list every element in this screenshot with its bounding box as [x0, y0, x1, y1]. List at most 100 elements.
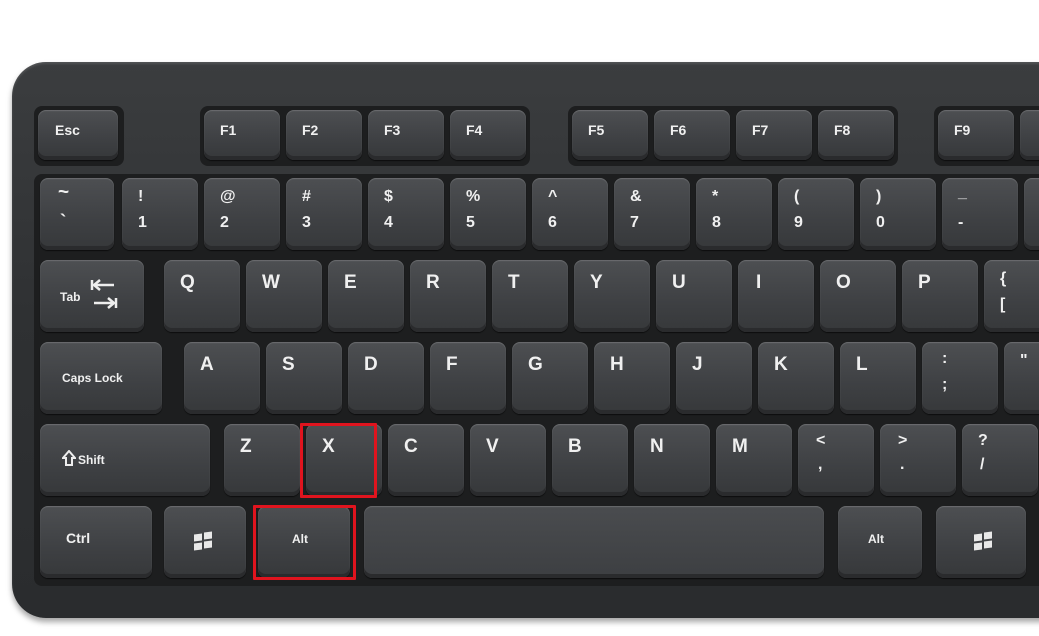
- key-f9-label: F9: [954, 122, 971, 138]
- key-e[interactable]: E: [328, 260, 404, 332]
- key-s[interactable]: S: [266, 342, 342, 414]
- key-8-top: *: [712, 188, 719, 205]
- key-h-label: H: [610, 354, 624, 375]
- key-i[interactable]: I: [738, 260, 814, 332]
- key-c[interactable]: C: [388, 424, 464, 496]
- key-f8[interactable]: F8: [818, 110, 894, 160]
- key-9-bottom: 9: [794, 214, 803, 231]
- key-backtick-top: ~: [58, 182, 70, 203]
- key-alt-right[interactable]: Alt: [838, 506, 922, 578]
- key-9[interactable]: ( 9: [778, 178, 854, 250]
- key-esc[interactable]: Esc: [38, 110, 118, 160]
- key-equals-partial[interactable]: [1024, 178, 1039, 250]
- key-0-top: ): [876, 188, 882, 205]
- key-5-top: %: [466, 188, 481, 205]
- key-r[interactable]: R: [410, 260, 486, 332]
- key-6-top: ^: [548, 188, 558, 205]
- key-6-bottom: 6: [548, 214, 557, 231]
- key-y[interactable]: Y: [574, 260, 650, 332]
- key-d[interactable]: D: [348, 342, 424, 414]
- key-q[interactable]: Q: [164, 260, 240, 332]
- key-f2[interactable]: F2: [286, 110, 362, 160]
- key-v[interactable]: V: [470, 424, 546, 496]
- key-f7[interactable]: F7: [736, 110, 812, 160]
- key-i-label: I: [756, 272, 762, 293]
- key-6[interactable]: ^ 6: [532, 178, 608, 250]
- key-minus[interactable]: _ -: [942, 178, 1018, 250]
- key-4-top: $: [384, 188, 393, 205]
- key-g[interactable]: G: [512, 342, 588, 414]
- key-o[interactable]: O: [820, 260, 896, 332]
- key-period[interactable]: > .: [880, 424, 956, 496]
- key-slash-top: ?: [978, 432, 988, 449]
- key-c-label: C: [404, 436, 418, 457]
- key-f5[interactable]: F5: [572, 110, 648, 160]
- key-5[interactable]: % 5: [450, 178, 526, 250]
- key-f4[interactable]: F4: [450, 110, 526, 160]
- key-2-top: @: [220, 188, 236, 205]
- key-win-left[interactable]: [164, 506, 246, 578]
- key-bracket-top: {: [1000, 270, 1007, 287]
- key-f10-partial[interactable]: [1020, 110, 1039, 160]
- key-p[interactable]: P: [902, 260, 978, 332]
- key-b[interactable]: B: [552, 424, 628, 496]
- key-z[interactable]: Z: [224, 424, 300, 496]
- key-z-label: Z: [240, 436, 252, 457]
- shift-arrow-icon: [62, 450, 76, 466]
- key-0[interactable]: ) 0: [860, 178, 936, 250]
- key-4[interactable]: $ 4: [368, 178, 444, 250]
- key-semicolon[interactable]: : ;: [922, 342, 998, 414]
- key-n[interactable]: N: [634, 424, 710, 496]
- key-j[interactable]: J: [676, 342, 752, 414]
- key-shift-left[interactable]: Shift: [40, 424, 210, 496]
- key-7[interactable]: & 7: [614, 178, 690, 250]
- key-f[interactable]: F: [430, 342, 506, 414]
- key-bracket-bottom: [: [1000, 296, 1006, 313]
- key-l-label: L: [856, 354, 868, 375]
- key-comma[interactable]: < ,: [798, 424, 874, 496]
- key-backtick[interactable]: ~ `: [40, 178, 114, 250]
- key-7-bottom: 7: [630, 214, 639, 231]
- key-k-label: K: [774, 354, 788, 375]
- key-w[interactable]: W: [246, 260, 322, 332]
- key-caps-lock[interactable]: Caps Lock: [40, 342, 162, 414]
- key-quote[interactable]: ": [1004, 342, 1039, 414]
- key-esc-label: Esc: [55, 122, 80, 138]
- key-v-label: V: [486, 436, 499, 457]
- key-u[interactable]: U: [656, 260, 732, 332]
- key-r-label: R: [426, 272, 440, 293]
- key-l[interactable]: L: [840, 342, 916, 414]
- key-h[interactable]: H: [594, 342, 670, 414]
- key-bracket-left[interactable]: { [: [984, 260, 1039, 332]
- key-8-bottom: 8: [712, 214, 721, 231]
- key-d-label: D: [364, 354, 378, 375]
- key-minus-bottom: -: [958, 214, 964, 231]
- key-7-top: &: [630, 188, 642, 205]
- key-w-label: W: [262, 272, 280, 293]
- key-f5-label: F5: [588, 122, 605, 138]
- key-k[interactable]: K: [758, 342, 834, 414]
- key-t[interactable]: T: [492, 260, 568, 332]
- key-f9[interactable]: F9: [938, 110, 1014, 160]
- key-f3[interactable]: F3: [368, 110, 444, 160]
- key-tab[interactable]: Tab: [40, 260, 144, 332]
- key-f6[interactable]: F6: [654, 110, 730, 160]
- key-win-right[interactable]: [936, 506, 1026, 578]
- key-2[interactable]: @ 2: [204, 178, 280, 250]
- key-ctrl-left[interactable]: Ctrl: [40, 506, 152, 578]
- windows-logo-icon: [194, 531, 214, 551]
- key-f7-label: F7: [752, 122, 769, 138]
- key-space[interactable]: [364, 506, 824, 578]
- key-minus-top: _: [958, 184, 967, 201]
- key-slash[interactable]: ? /: [962, 424, 1038, 496]
- key-8[interactable]: * 8: [696, 178, 772, 250]
- key-period-bottom: .: [900, 456, 905, 473]
- key-p-label: P: [918, 272, 931, 293]
- key-e-label: E: [344, 272, 357, 293]
- key-m[interactable]: M: [716, 424, 792, 496]
- key-f1[interactable]: F1: [204, 110, 280, 160]
- key-3[interactable]: # 3: [286, 178, 362, 250]
- key-a[interactable]: A: [184, 342, 260, 414]
- key-1[interactable]: ! 1: [122, 178, 198, 250]
- key-t-label: T: [508, 272, 520, 293]
